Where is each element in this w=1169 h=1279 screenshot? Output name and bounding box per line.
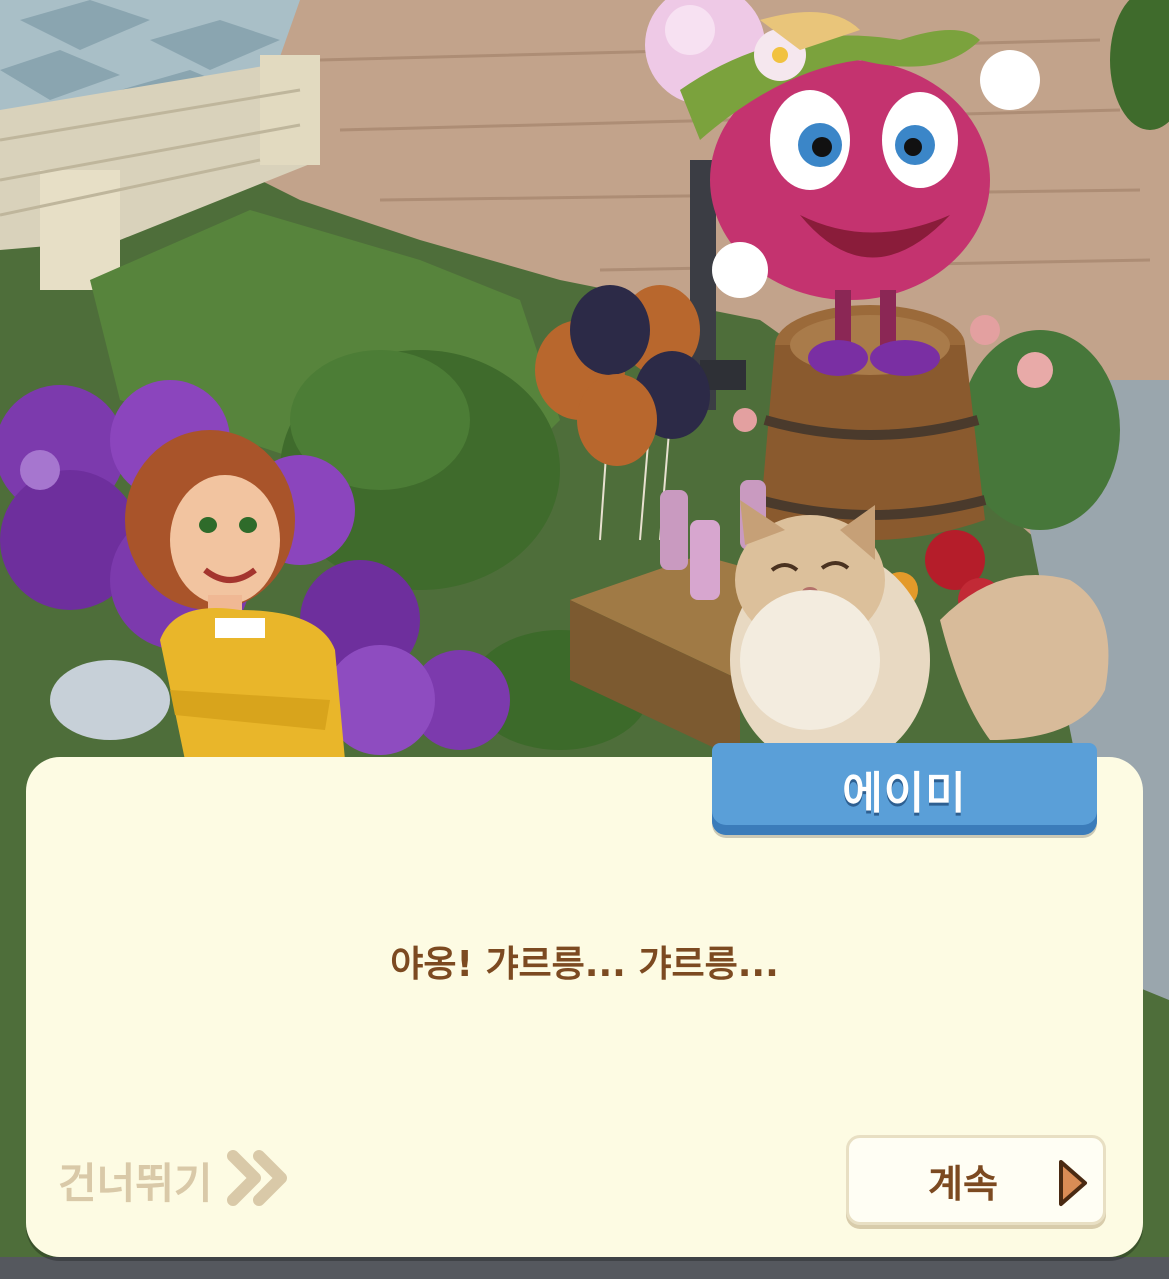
- play-triangle-icon: [1055, 1158, 1089, 1212]
- barrel: [758, 305, 987, 540]
- double-chevron-right-icon: [226, 1148, 291, 1212]
- dialog-text: 야옹! 갸르릉... 갸르릉...: [390, 944, 779, 985]
- speaker-name: 에이미: [842, 768, 967, 819]
- continue-label: 계속: [928, 1161, 998, 1206]
- skip-button[interactable]: 건너뛰기: [58, 1150, 291, 1210]
- skip-label: 건너뛰기: [58, 1158, 213, 1208]
- speaker-name-tag: 에이미: [712, 743, 1097, 835]
- bottom-strip: [0, 1257, 1169, 1279]
- continue-button[interactable]: 계속: [846, 1135, 1106, 1225]
